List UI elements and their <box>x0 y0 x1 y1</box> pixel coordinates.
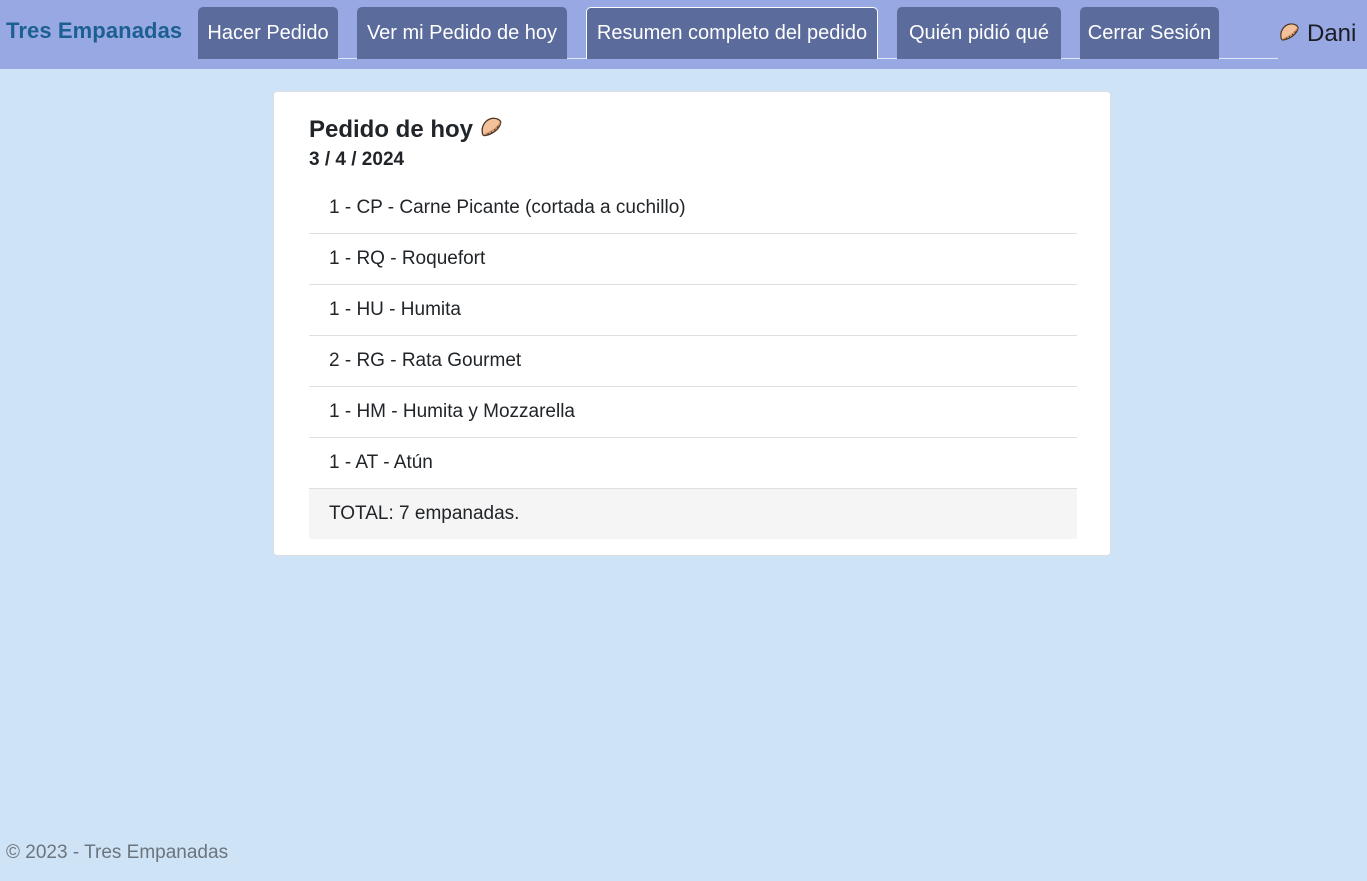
tab-quien-pidio-que[interactable]: Quién pidió qué <box>897 7 1061 59</box>
order-summary-card: Pedido de hoy 3 / 4 / 2024 1 - CP - Carn… <box>273 91 1111 556</box>
user-menu[interactable]: Dani <box>1277 18 1356 50</box>
order-total: TOTAL: 7 empanadas. <box>309 489 1077 539</box>
list-item: 2 - RG - Rata Gourmet <box>309 336 1077 387</box>
tab-cerrar-sesion[interactable]: Cerrar Sesión <box>1080 7 1219 59</box>
tab-ver-mi-pedido[interactable]: Ver mi Pedido de hoy <box>357 7 567 59</box>
empanada-icon <box>478 114 504 145</box>
order-items-list: 1 - CP - Carne Picante (cortada a cuchil… <box>309 183 1077 539</box>
tab-hacer-pedido[interactable]: Hacer Pedido <box>198 7 338 59</box>
list-item: 1 - CP - Carne Picante (cortada a cuchil… <box>309 183 1077 234</box>
brand-logo-text[interactable]: Tres Empanadas <box>6 18 182 44</box>
list-item: 1 - AT - Atún <box>309 438 1077 489</box>
order-date: 3 / 4 / 2024 <box>309 149 405 170</box>
empanada-icon <box>1277 20 1301 49</box>
tab-resumen-completo[interactable]: Resumen completo del pedido <box>586 7 878 59</box>
card-title: Pedido de hoy <box>309 114 504 145</box>
navbar: Tres Empanadas Hacer Pedido Ver mi Pedid… <box>0 0 1367 69</box>
page-title: Pedido de hoy <box>309 115 474 143</box>
list-item: 1 - HU - Humita <box>309 285 1077 336</box>
footer-copyright: © 2023 - Tres Empanadas <box>6 842 229 863</box>
list-item: 1 - HM - Humita y Mozzarella <box>309 387 1077 438</box>
list-item: 1 - RQ - Roquefort <box>309 234 1077 285</box>
user-name: Dani <box>1307 20 1357 47</box>
